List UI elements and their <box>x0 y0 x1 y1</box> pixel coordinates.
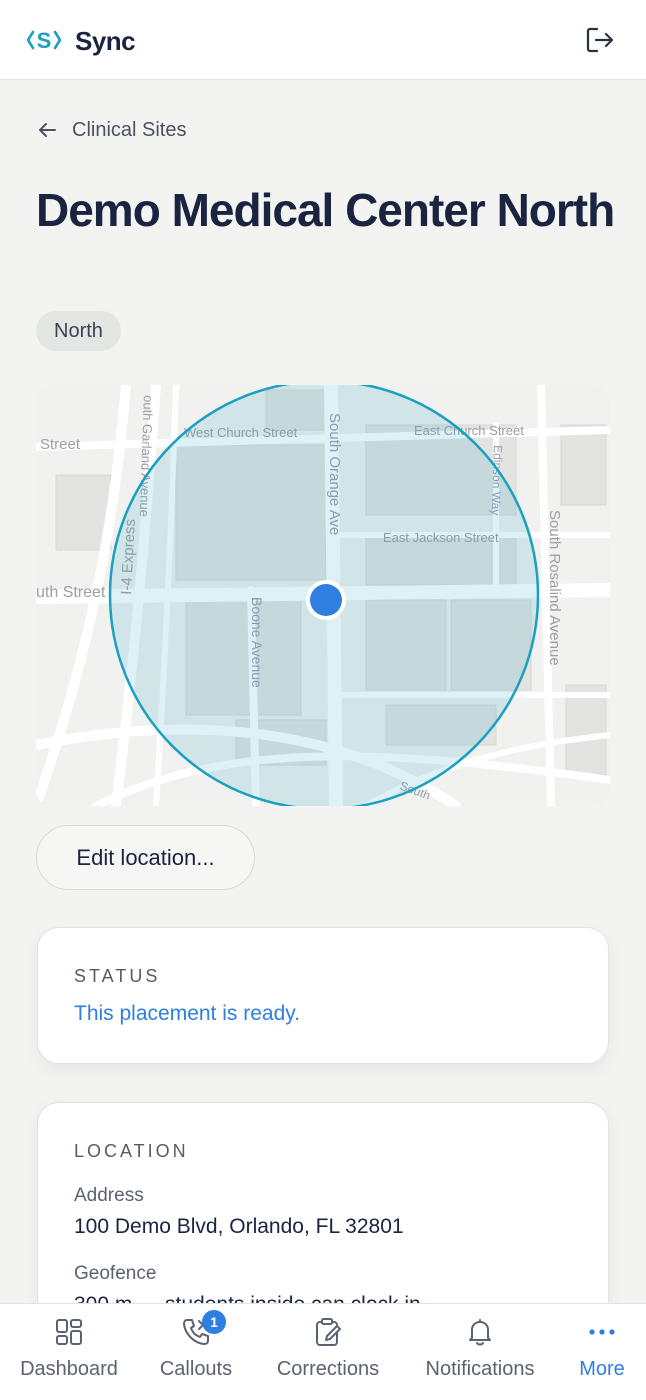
nav-more-label: More <box>579 1358 625 1380</box>
back-to-clinical-sites-link[interactable]: Clinical Sites <box>36 116 186 144</box>
site-map[interactable]: Street West Church Street East Church St… <box>36 385 610 806</box>
nav-callouts[interactable]: 1 Callouts <box>153 1304 239 1400</box>
bottom-nav: Dashboard 1 Callouts Corrections Notific… <box>0 1303 646 1400</box>
page-title: Demo Medical Center North <box>36 184 615 236</box>
status-text: This placement is ready. <box>74 1002 301 1025</box>
clipboard-edit-icon <box>316 1318 341 1346</box>
svg-text:uth Street: uth Street <box>36 584 106 601</box>
address-label: Address <box>74 1185 144 1206</box>
svg-text:S: S <box>37 28 52 53</box>
bell-icon <box>469 1319 491 1346</box>
nav-dashboard-label: Dashboard <box>20 1358 118 1380</box>
arrow-left-icon <box>39 123 56 137</box>
map-canvas: Street West Church Street East Church St… <box>36 385 610 806</box>
nav-corrections-label: Corrections <box>276 1358 380 1380</box>
status-card: STATUS This placement is ready. <box>37 927 609 1064</box>
address-value: 100 Demo Blvd, Orlando, FL 32801 <box>74 1215 404 1238</box>
more-dots-icon <box>589 1329 615 1335</box>
nav-callouts-label: Callouts <box>159 1358 233 1380</box>
status-heading: STATUS <box>74 966 161 986</box>
nav-more[interactable]: More <box>574 1304 630 1400</box>
svg-text:South Rosalind Avenue: South Rosalind Avenue <box>546 510 563 666</box>
region-chip: North <box>36 311 121 351</box>
back-link-label: Clinical Sites <box>72 118 187 141</box>
app-name: Sync <box>75 26 136 56</box>
svg-text:Street: Street <box>40 436 81 453</box>
callouts-badge: 1 <box>202 1310 226 1334</box>
nav-notifications[interactable]: Notifications <box>420 1304 540 1400</box>
dashboard-icon <box>56 1319 82 1345</box>
sync-logo-icon: S <box>26 26 62 54</box>
nav-corrections[interactable]: Corrections <box>272 1304 384 1400</box>
location-marker[interactable] <box>310 584 342 616</box>
edit-location-button[interactable]: Edit location... <box>36 825 255 890</box>
logout-button[interactable] <box>584 24 616 56</box>
geofence-label: Geofence <box>74 1263 157 1284</box>
nav-dashboard[interactable]: Dashboard <box>20 1304 118 1400</box>
nav-notifications-label: Notifications <box>425 1358 535 1380</box>
app-header: S Sync <box>0 0 646 80</box>
location-heading: LOCATION <box>74 1141 189 1161</box>
logout-icon <box>586 27 614 53</box>
